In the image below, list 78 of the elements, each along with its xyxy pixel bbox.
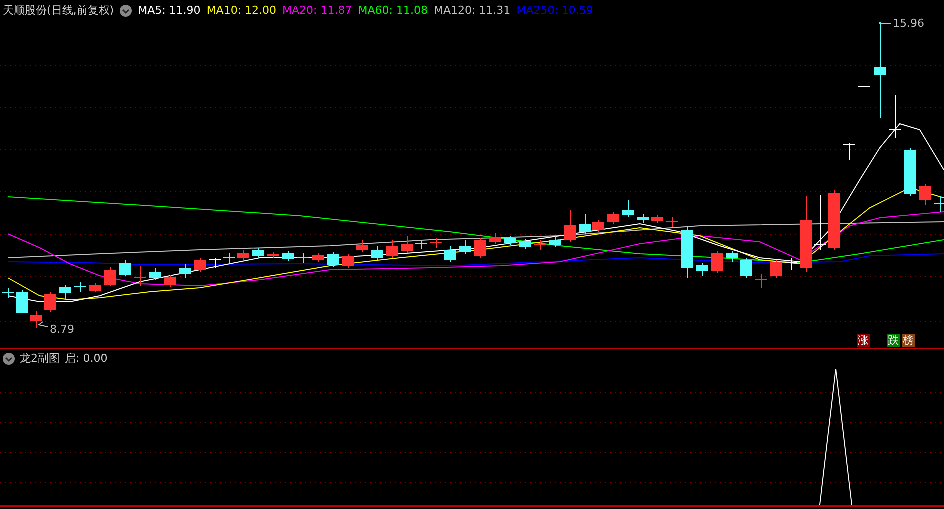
candlestick xyxy=(474,238,486,258)
leader-line xyxy=(880,22,892,24)
candlestick xyxy=(327,252,339,268)
badge[interactable]: 涨 xyxy=(857,334,870,347)
price-label: 8.79 xyxy=(50,323,74,336)
candlestick xyxy=(504,236,516,246)
candlestick xyxy=(414,240,428,250)
candlestick xyxy=(842,142,856,160)
indicator-value: 启: 0.00 xyxy=(65,351,108,366)
candlestick xyxy=(814,194,826,250)
candlestick xyxy=(164,274,176,288)
indicator-value: MA60: 11.08 xyxy=(358,4,428,17)
candlestick xyxy=(296,252,310,264)
candlestick xyxy=(386,240,398,258)
chevron-down-icon[interactable] xyxy=(120,4,132,16)
candlestick xyxy=(104,266,116,286)
candlestick xyxy=(740,258,752,278)
candlestick xyxy=(666,216,678,228)
candlestick xyxy=(119,260,131,276)
chevron-down-icon[interactable] xyxy=(3,352,15,364)
candlestick xyxy=(356,240,368,252)
indicator-value: MA5: 11.90 xyxy=(138,4,201,17)
candlestick xyxy=(2,288,14,298)
candlestick xyxy=(430,238,442,248)
badge[interactable]: 跌 xyxy=(887,334,900,347)
candlestick xyxy=(194,258,206,272)
candlestick xyxy=(30,310,42,328)
candlestick xyxy=(342,254,354,268)
candlestick xyxy=(312,252,324,262)
chart-title: 龙2副图 xyxy=(20,351,60,366)
candlestick xyxy=(371,246,383,260)
candlestick xyxy=(622,200,634,218)
candlestick xyxy=(459,240,471,254)
indicator-value: MA10: 12.00 xyxy=(206,4,277,17)
candlestick xyxy=(637,214,649,224)
candlestick xyxy=(564,210,576,242)
candlestick xyxy=(651,214,663,224)
leader-line xyxy=(38,322,48,328)
candlestick xyxy=(237,250,249,260)
candlestick xyxy=(59,284,71,300)
candlestick xyxy=(134,266,146,286)
candlestick xyxy=(89,282,101,292)
indicator-value: MA120: 11.31 xyxy=(434,4,511,17)
candlestick xyxy=(858,86,870,88)
chart-title: 天顺股份(日线,前复权) xyxy=(3,3,114,18)
candlestick xyxy=(549,236,561,248)
candlestick xyxy=(401,236,413,254)
candlestick xyxy=(888,94,902,138)
price-label: 15.96 xyxy=(893,17,924,30)
candlestick xyxy=(770,260,782,278)
candlestick xyxy=(696,262,708,276)
candlestick xyxy=(519,238,531,250)
candlestick xyxy=(726,250,738,262)
candlestick xyxy=(934,196,944,212)
candlestick xyxy=(179,264,191,278)
candlestick xyxy=(681,226,693,278)
candlestick xyxy=(267,252,279,258)
badge[interactable]: 榜 xyxy=(902,334,915,347)
candlestick xyxy=(904,148,916,196)
candlestick xyxy=(16,290,28,314)
candlestick xyxy=(711,250,723,274)
candlestick xyxy=(252,248,264,258)
candlestick xyxy=(208,258,222,268)
candlestick xyxy=(489,232,501,244)
candlestick xyxy=(444,246,456,262)
candlestick xyxy=(74,282,86,292)
candlestick xyxy=(44,292,56,312)
candlestick xyxy=(222,252,236,264)
indicator-value: MA20: 11.87 xyxy=(282,4,352,17)
candlestick xyxy=(282,250,294,262)
indicator-value: MA250: 10.59 xyxy=(516,4,594,17)
candlestick xyxy=(919,184,931,206)
candlestick xyxy=(784,258,798,270)
candlestick xyxy=(754,274,768,288)
candlestick xyxy=(607,212,619,224)
candlestick xyxy=(534,240,546,250)
candlestick xyxy=(149,268,161,280)
candlestick xyxy=(828,190,840,250)
